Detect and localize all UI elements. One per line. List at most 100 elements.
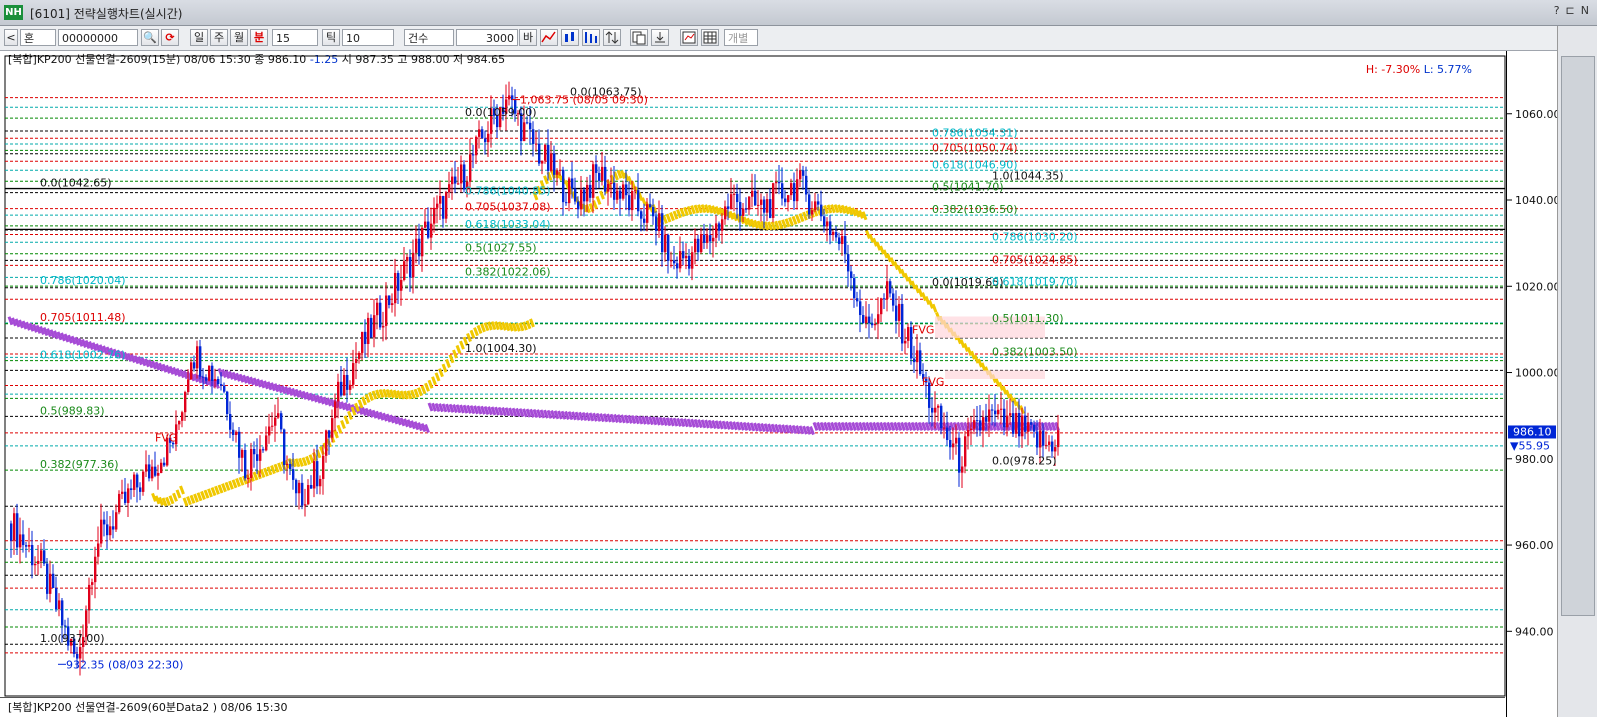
cloud-purple-stroke xyxy=(60,332,66,342)
high-percent: H: -7.30% xyxy=(1365,63,1421,76)
candle-body xyxy=(274,417,277,426)
candle-body xyxy=(655,216,658,231)
candle-body xyxy=(871,323,874,326)
cloud-yellow-stroke xyxy=(476,324,483,334)
candle-body xyxy=(898,303,901,321)
cloud-yellow-stroke xyxy=(235,477,241,488)
cloud-purple-stroke xyxy=(396,416,402,426)
candle-body xyxy=(325,430,328,456)
cloud-purple-stroke xyxy=(49,329,56,339)
cloud-yellow-stroke xyxy=(928,299,934,309)
candle-body xyxy=(190,362,193,380)
candle-body xyxy=(208,365,211,381)
scroll-thumb[interactable] xyxy=(1561,56,1595,616)
cloud-purple-stroke xyxy=(399,417,406,427)
candle-body xyxy=(565,202,568,204)
cloud-purple-stroke xyxy=(18,319,24,329)
candle-body xyxy=(790,183,793,196)
fib-label: 0.705(1037.08) xyxy=(465,201,551,214)
candle-body xyxy=(475,136,478,156)
candle-body xyxy=(436,203,439,208)
candle-body xyxy=(454,176,457,184)
cloud-purple-stroke xyxy=(35,324,42,334)
cloud-purple-stroke xyxy=(32,323,38,333)
candle-body xyxy=(343,374,346,396)
candle-body xyxy=(586,184,589,202)
candle-body xyxy=(1039,430,1042,448)
candle-body xyxy=(376,302,379,316)
candle-body xyxy=(481,129,484,139)
candle-body xyxy=(181,412,184,421)
fib-label: 0.705(1011.48) xyxy=(40,311,126,324)
candle-body xyxy=(604,166,607,192)
cloud-yellow-stroke xyxy=(543,175,549,185)
fib-label: 0.618(1002.76) xyxy=(40,349,126,362)
cloud-purple-stroke xyxy=(420,423,427,433)
candle-body xyxy=(217,378,220,385)
cloud-purple-stroke xyxy=(81,338,87,348)
cloud-purple-stroke xyxy=(179,369,185,379)
candle-body xyxy=(136,474,139,488)
cloud-purple-stroke xyxy=(249,376,255,386)
cloud-yellow-stroke xyxy=(336,424,343,434)
candle-body xyxy=(934,407,937,413)
cloud-purple-stroke xyxy=(25,321,31,331)
cloud-purple-stroke xyxy=(154,361,161,371)
candle-body xyxy=(844,236,847,255)
fib-label: 0.786(1020.04) xyxy=(40,274,126,287)
candle-body xyxy=(700,234,703,253)
cloud-yellow-stroke xyxy=(221,483,227,493)
cloud-purple-stroke xyxy=(245,375,252,385)
candle-body xyxy=(130,488,133,490)
candle-body xyxy=(1000,408,1003,410)
candle-body xyxy=(724,206,727,220)
cloud-yellow-stroke xyxy=(970,350,976,360)
fib-label: 0.5(1041.70) xyxy=(932,181,1004,194)
candle-body xyxy=(562,169,565,203)
cloud-yellow-stroke xyxy=(270,465,276,475)
candle-body xyxy=(787,195,790,203)
cloud-yellow-stroke xyxy=(186,496,192,506)
candle-body xyxy=(721,219,724,231)
vertical-scrollbar[interactable] xyxy=(1557,26,1597,717)
cloud-yellow-stroke xyxy=(746,217,752,227)
cloud-purple-stroke xyxy=(259,379,266,389)
candle-body xyxy=(34,563,37,566)
cloud-yellow-stroke xyxy=(413,388,420,398)
fib-label: 0.0(978.25) xyxy=(992,454,1057,467)
candle-body xyxy=(424,221,427,228)
candle-body xyxy=(592,164,595,198)
cloud-purple-stroke xyxy=(11,317,17,327)
candle-body xyxy=(862,315,865,324)
candle-body xyxy=(856,298,859,302)
fib-label: 1.0(937.00) xyxy=(40,632,105,645)
cloud-purple-stroke xyxy=(84,339,91,350)
candle-body xyxy=(1042,430,1045,446)
candle-body xyxy=(967,429,970,437)
candle-body xyxy=(400,279,403,291)
candle-body xyxy=(820,204,823,217)
candle-body xyxy=(94,556,97,583)
candle-body xyxy=(484,138,487,143)
cloud-purple-stroke xyxy=(238,373,245,383)
candle-body xyxy=(1015,412,1018,434)
cloud-purple-stroke xyxy=(315,394,322,404)
candle-body xyxy=(637,190,640,212)
candle-body xyxy=(1054,447,1057,452)
candle-body xyxy=(328,430,331,438)
candle-body xyxy=(49,573,52,594)
candle-body xyxy=(628,195,631,211)
candle-body xyxy=(640,211,643,219)
cloud-purple-stroke xyxy=(74,336,80,346)
candle-body xyxy=(610,182,613,184)
cloud-purple-stroke xyxy=(133,355,140,365)
fib-label: 0.786(1054.31) xyxy=(932,126,1018,139)
cloud-purple-stroke xyxy=(270,382,276,392)
cloud-purple-stroke xyxy=(266,381,273,391)
candle-body xyxy=(361,331,364,353)
candle-body xyxy=(535,143,538,145)
cloud-purple-stroke xyxy=(284,386,290,396)
cloud-purple-stroke xyxy=(312,393,318,403)
candle-body xyxy=(241,449,244,458)
candle-body xyxy=(817,201,820,205)
